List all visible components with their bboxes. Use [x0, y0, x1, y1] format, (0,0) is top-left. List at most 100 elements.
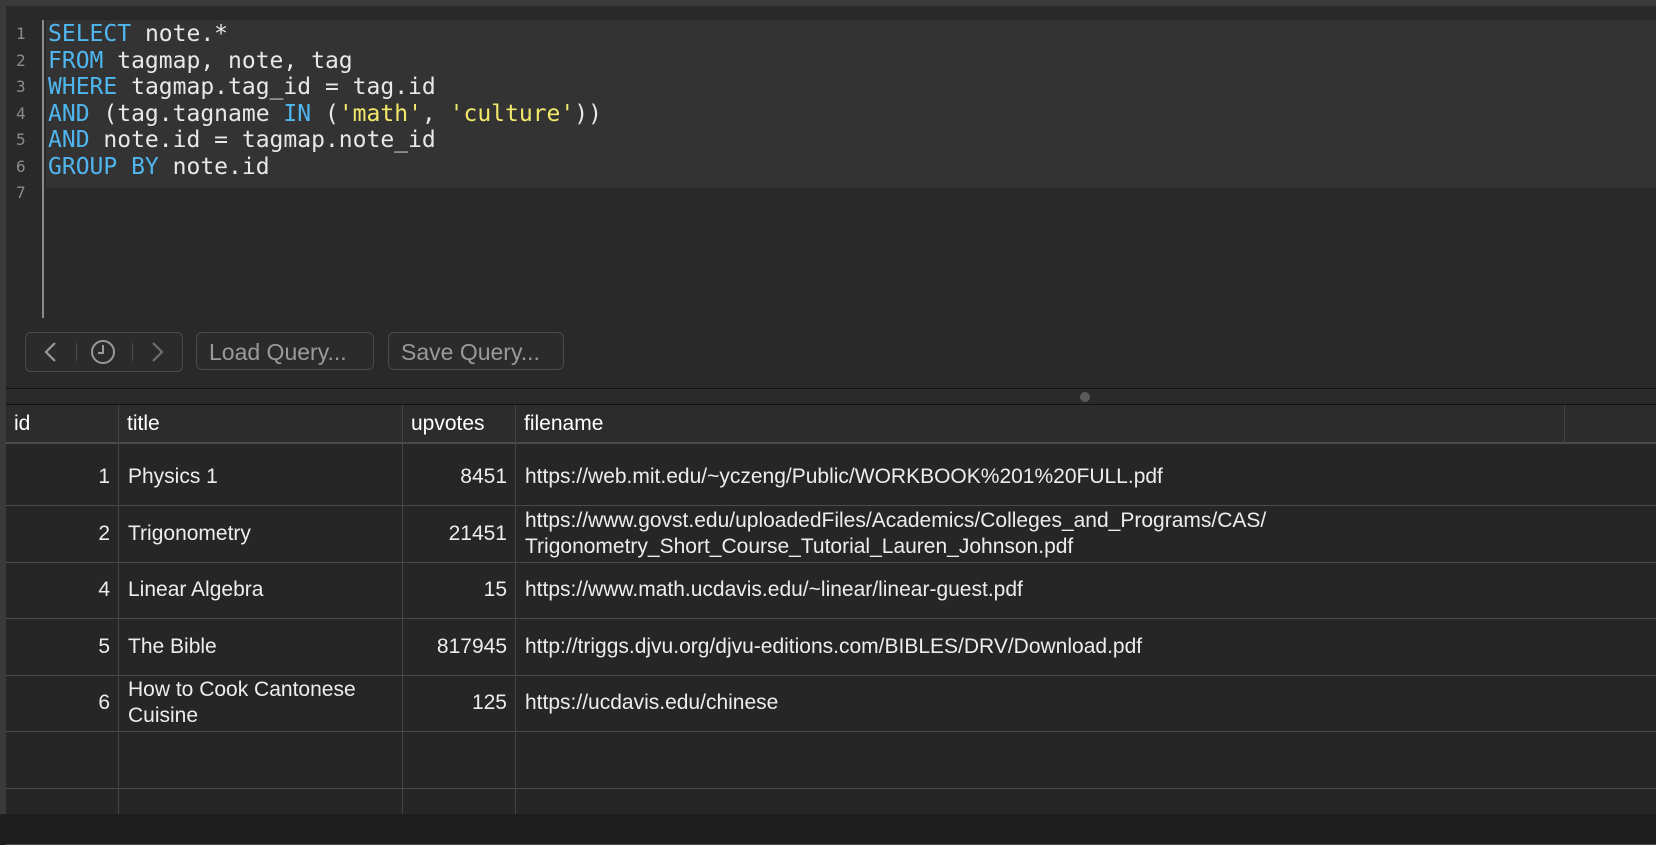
- cell-id[interactable]: 4: [6, 562, 119, 618]
- code-line[interactable]: 6 GROUP BY note.id: [6, 153, 1656, 181]
- cell-upvotes[interactable]: 817945: [403, 619, 516, 675]
- chevron-left-icon: [44, 342, 56, 362]
- sql-keyword: FROM: [48, 47, 104, 74]
- cell-filename[interactable]: https://ucdavis.edu/chinese: [516, 675, 1656, 731]
- code-line[interactable]: 1 SELECT note.*: [6, 20, 1656, 48]
- sql-text: note.*: [131, 21, 229, 47]
- cell-title[interactable]: Linear Algebra: [119, 562, 403, 618]
- cell-title-text: Physics 1: [128, 465, 218, 488]
- cell-filename[interactable]: https://web.mit.edu/~yczeng/Public/WORKB…: [516, 449, 1656, 505]
- sql-text: note.id: [158, 153, 270, 180]
- code-line[interactable]: 5 AND note.id = tagmap.note_id: [6, 126, 1656, 154]
- cell-title-text: Linear Algebra: [128, 578, 264, 601]
- history-back-button[interactable]: [26, 333, 76, 371]
- cell-id[interactable]: 1: [6, 449, 119, 505]
- pane-splitter[interactable]: [6, 388, 1656, 405]
- cell-title[interactable]: Physics 1: [119, 449, 403, 505]
- cell-id-text: 5: [98, 634, 110, 658]
- chevron-right-icon: [152, 342, 164, 362]
- column-divider: [118, 405, 119, 814]
- cell-title[interactable]: Trigonometry: [119, 506, 403, 562]
- load-query-button[interactable]: Load Query...: [196, 332, 374, 370]
- table-row[interactable]: 2 Trigonometry 21451 https://www.govst.edu/…: [6, 506, 1656, 563]
- cell-upvotes[interactable]: 15: [403, 562, 516, 618]
- cell-id-text: 4: [98, 578, 110, 601]
- sql-text: note.id = tagmap.note_id: [89, 127, 436, 153]
- sql-text: ,: [421, 100, 450, 127]
- sql-keyword: SELECT: [48, 21, 132, 47]
- cell-upvotes-text: 8451: [460, 465, 507, 488]
- sql-string: 'math': [338, 100, 422, 127]
- table-row[interactable]: 4 Linear Algebra 15 https://www.math.ucdavi…: [6, 562, 1656, 619]
- sql-keyword: IN: [283, 100, 312, 127]
- cell-id-text: 6: [98, 691, 110, 714]
- cell-id-text: 2: [98, 521, 110, 545]
- line-number: 7: [16, 183, 26, 202]
- line-number: 3: [16, 77, 26, 96]
- line-number: 1: [16, 24, 26, 43]
- sql-text: tagmap, note, tag: [103, 47, 353, 74]
- cell-upvotes-text: 15: [483, 578, 507, 601]
- code-line[interactable]: 4 AND (tag.tagname IN ('math', 'culture')…: [6, 100, 1656, 128]
- line-number: 4: [16, 103, 26, 123]
- code-text: AND note.id = tagmap.note_id: [48, 126, 436, 154]
- line-number: 5: [16, 130, 26, 149]
- cell-id[interactable]: 5: [6, 619, 119, 675]
- column-header-title[interactable]: title: [119, 405, 403, 442]
- table-row[interactable]: 6 How to Cook Cantonese Cuisine 125 https:/…: [6, 675, 1656, 732]
- column-divider: [402, 405, 403, 814]
- sql-text: )): [574, 100, 602, 127]
- cell-upvotes[interactable]: 125: [403, 675, 516, 731]
- cell-title[interactable]: How to Cook Cantonese Cuisine: [119, 675, 403, 731]
- table-row[interactable]: 5 The Bible 817945 http://triggs.djvu.org/d…: [6, 619, 1656, 676]
- column-divider: [515, 405, 516, 814]
- cell-filename-text: http://triggs.djvu.org/djvu-editions.com…: [525, 634, 1143, 658]
- sql-keyword: WHERE: [48, 74, 118, 100]
- code-line[interactable]: 3 WHERE tagmap.tag_id = tag.id: [6, 73, 1656, 101]
- splitter-handle[interactable]: [1080, 392, 1090, 402]
- cell-upvotes-text: 21451: [448, 521, 507, 545]
- cell-filename-text: https://www.govst.edu/uploadedFiles/Acad…: [525, 508, 1267, 558]
- cell-filename[interactable]: https://www.math.ucdavis.edu/~linear/lin…: [516, 562, 1656, 618]
- query-history-button[interactable]: [78, 333, 128, 371]
- empty-table-row[interactable]: [6, 732, 1656, 789]
- cell-id[interactable]: 6: [6, 675, 119, 731]
- cell-filename-text: https://www.math.ucdavis.edu/~linear/lin…: [525, 578, 1023, 601]
- code-text: SELECT note.*: [48, 20, 228, 48]
- sql-keyword: AND: [48, 100, 90, 127]
- cell-filename[interactable]: https://www.govst.edu/uploadedFiles/Acad…: [516, 506, 1656, 562]
- cell-filename-text: https://ucdavis.edu/chinese: [525, 691, 779, 714]
- sql-editor[interactable]: 1 SELECT note.* 2 FROM tagmap, note, tag 3 WH…: [6, 6, 1656, 324]
- cell-upvotes-text: 125: [471, 691, 507, 714]
- column-header-upvotes[interactable]: upvotes: [403, 405, 516, 442]
- column-header-id[interactable]: id: [6, 405, 119, 442]
- column-divider: [1564, 405, 1565, 444]
- cell-upvotes[interactable]: 8451: [403, 449, 516, 505]
- sql-string: 'culture': [449, 100, 575, 127]
- cell-id[interactable]: 2: [6, 506, 119, 562]
- line-number: 6: [16, 156, 26, 176]
- sql-text: (tag.tagname: [89, 100, 284, 127]
- empty-table-row[interactable]: [6, 788, 1656, 845]
- cell-title[interactable]: The Bible: [119, 619, 403, 675]
- results-table: id title upvotes filename 1 Physics 1 8451…: [6, 405, 1656, 845]
- cell-filename[interactable]: http://triggs.djvu.org/djvu-editions.com…: [516, 619, 1656, 675]
- cell-filename-text: https://web.mit.edu/~yczeng/Public/WORKB…: [525, 465, 1163, 488]
- sql-keyword: AND: [48, 127, 90, 153]
- code-text: FROM tagmap, note, tag: [48, 47, 353, 75]
- table-row[interactable]: 1 Physics 1 8451 https://web.mit.edu/~yczen…: [6, 449, 1656, 506]
- history-forward-button[interactable]: [132, 333, 182, 371]
- code-line[interactable]: 7: [6, 179, 1656, 207]
- code-text: WHERE tagmap.tag_id = tag.id: [48, 73, 436, 101]
- code-text: AND (tag.tagname IN ('math', 'culture')): [48, 100, 602, 128]
- query-toolbar: Load Query... Save Query...: [6, 318, 1656, 388]
- history-nav-group: [25, 332, 183, 372]
- sql-keyword: GROUP BY: [48, 153, 159, 180]
- cell-title-text: The Bible: [128, 634, 217, 658]
- cell-upvotes[interactable]: 21451: [403, 506, 516, 562]
- column-header-filename[interactable]: filename: [516, 405, 1564, 442]
- save-query-button[interactable]: Save Query...: [388, 332, 564, 370]
- code-line[interactable]: 2 FROM tagmap, note, tag: [6, 47, 1656, 75]
- cell-title-text: Trigonometry: [128, 521, 251, 545]
- cell-title-text: How to Cook Cantonese Cuisine: [128, 678, 356, 727]
